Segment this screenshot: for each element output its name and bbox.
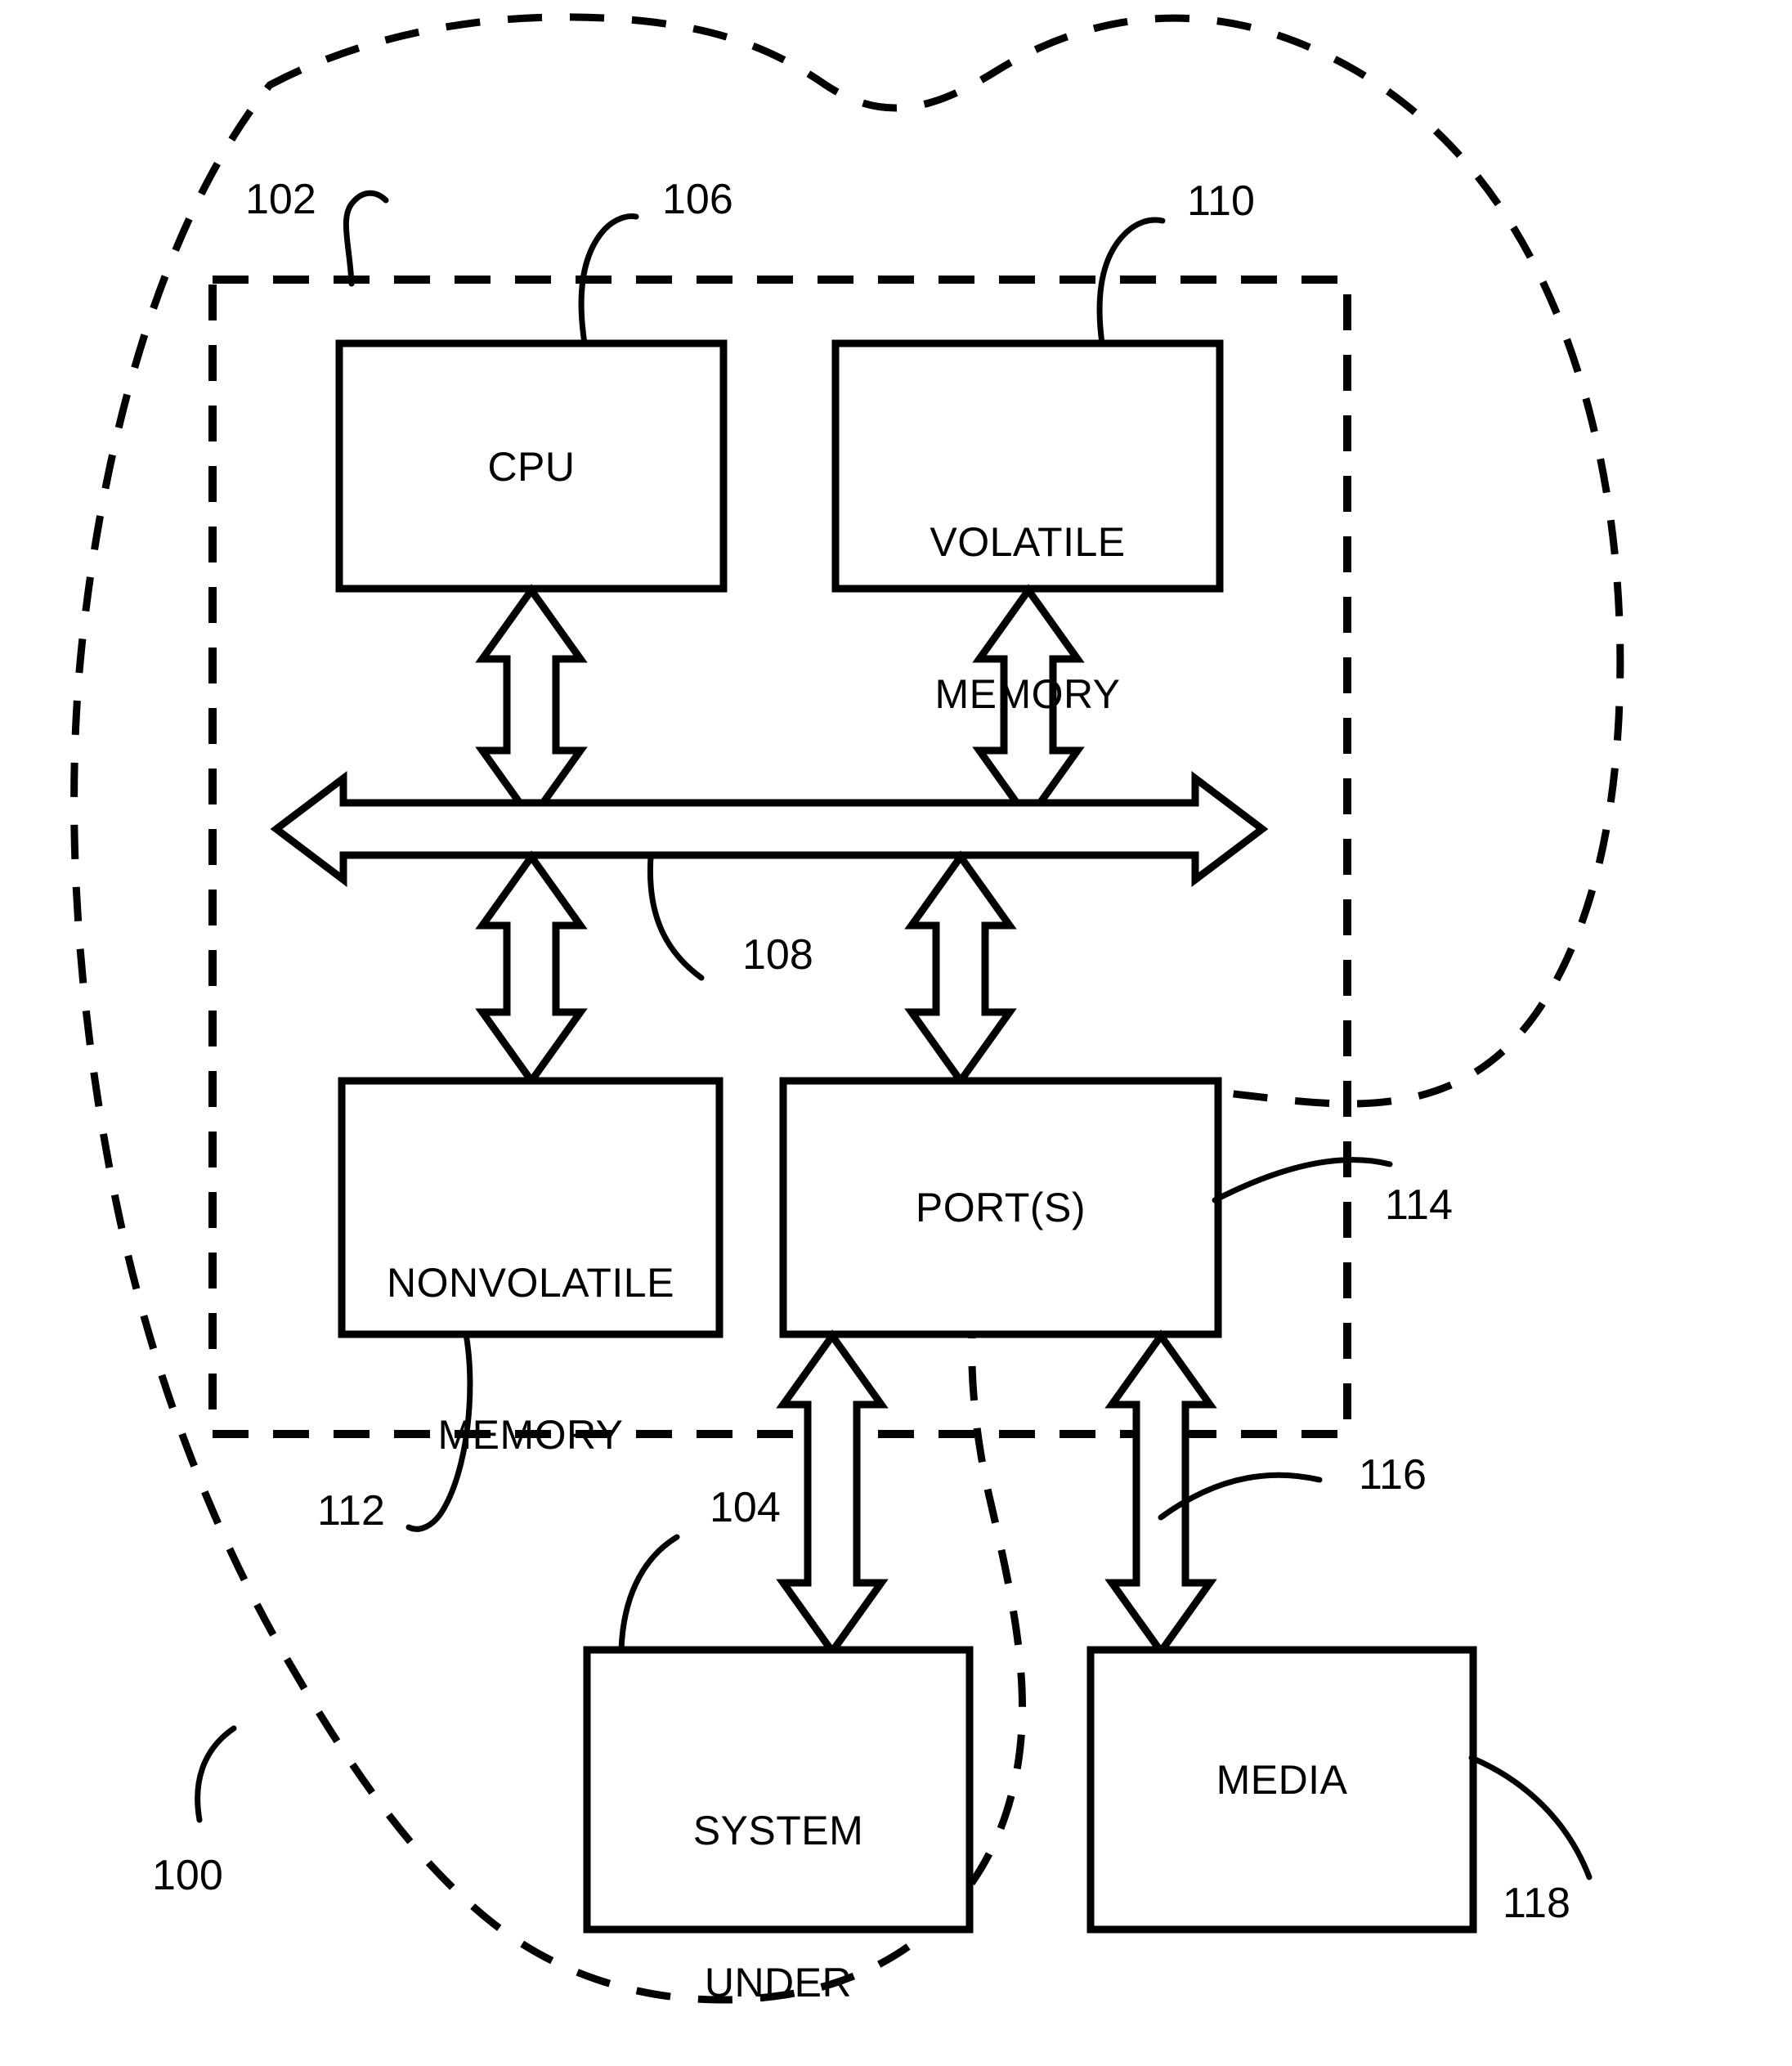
leader-line-100 [195,1725,237,1823]
ref-numeral-106: 106 [662,176,733,223]
arrow-bus-ports [904,850,1017,1087]
nonvolatile-memory-box [338,1077,724,1338]
cpu-box [335,339,728,593]
arrow-ports-system-under-control [776,1329,889,1658]
arrow-cpu-bus [475,584,588,826]
figure-canvas: CPU VOLATILE MEMORY NONVOLATILE MEMORY P… [0,0,1792,2066]
ref-numeral-102: 102 [245,176,316,223]
volatile-memory-box [831,339,1224,593]
ports-box [779,1077,1222,1338]
ref-numeral-100: 100 [152,1852,223,1899]
ref-numeral-104: 104 [710,1484,781,1531]
leader-line-102 [343,190,389,287]
ref-numeral-116: 116 [1359,1451,1427,1499]
leader-line-118 [1468,1755,1593,1880]
arrow-volatile-bus [972,584,1085,826]
bus-arrow-108 [270,770,1269,888]
leader-line-108 [647,854,705,981]
diagram-svg [70,13,1624,2004]
ref-numeral-110: 110 [1187,177,1255,225]
leader-line-104 [618,1534,680,1653]
system-under-control-box [583,1646,974,1934]
ref-numeral-108: 108 [742,931,813,979]
ref-numeral-118: 118 [1503,1880,1570,1927]
ref-numeral-114: 114 [1385,1181,1453,1229]
media-box [1086,1646,1477,1934]
leader-line-114 [1212,1157,1393,1203]
ref-numeral-112: 112 [317,1487,385,1535]
arrow-bus-nonvolatile [475,850,588,1087]
